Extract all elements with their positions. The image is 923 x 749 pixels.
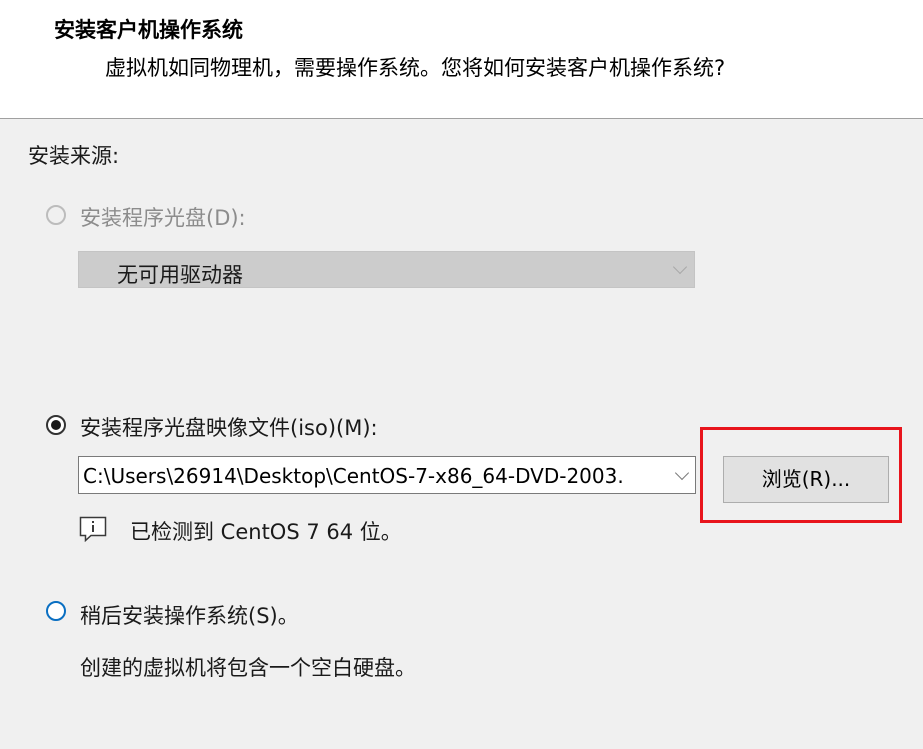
info-speech-bubble-icon <box>79 516 107 542</box>
page-subtitle: 虚拟机如同物理机，需要操作系统。您将如何安装客户机操作系统? <box>105 56 726 80</box>
install-later-label: 稍后安装操作系统(S)。 <box>80 604 299 628</box>
browse-button[interactable]: 浏览(R)... <box>723 456 889 503</box>
iso-radio[interactable] <box>46 415 66 435</box>
detected-os-message: 已检测到 CentOS 7 64 位。 <box>130 520 402 544</box>
disc-radio[interactable] <box>46 205 66 225</box>
chevron-down-icon <box>672 259 688 275</box>
disc-radio-label: 安装程序光盘(D): <box>80 206 246 230</box>
iso-radio-label: 安装程序光盘映像文件(iso)(M): <box>80 416 378 440</box>
iso-path-combobox[interactable]: C:\Users\26914\Desktop\CentOS-7-x86_64-D… <box>78 456 696 494</box>
iso-path-value[interactable]: C:\Users\26914\Desktop\CentOS-7-x86_64-D… <box>83 464 663 488</box>
install-later-radio[interactable] <box>46 601 66 621</box>
install-source-label: 安装来源: <box>28 144 120 168</box>
drive-select[interactable]: 无可用驱动器 <box>78 251 695 288</box>
drive-select-value: 无可用驱动器 <box>117 263 243 287</box>
page-title: 安装客户机操作系统 <box>54 18 243 42</box>
wizard-header: 安装客户机操作系统 虚拟机如同物理机，需要操作系统。您将如何安装客户机操作系统? <box>0 0 923 119</box>
chevron-down-icon[interactable] <box>674 465 690 481</box>
install-later-description: 创建的虚拟机将包含一个空白硬盘。 <box>80 656 416 680</box>
